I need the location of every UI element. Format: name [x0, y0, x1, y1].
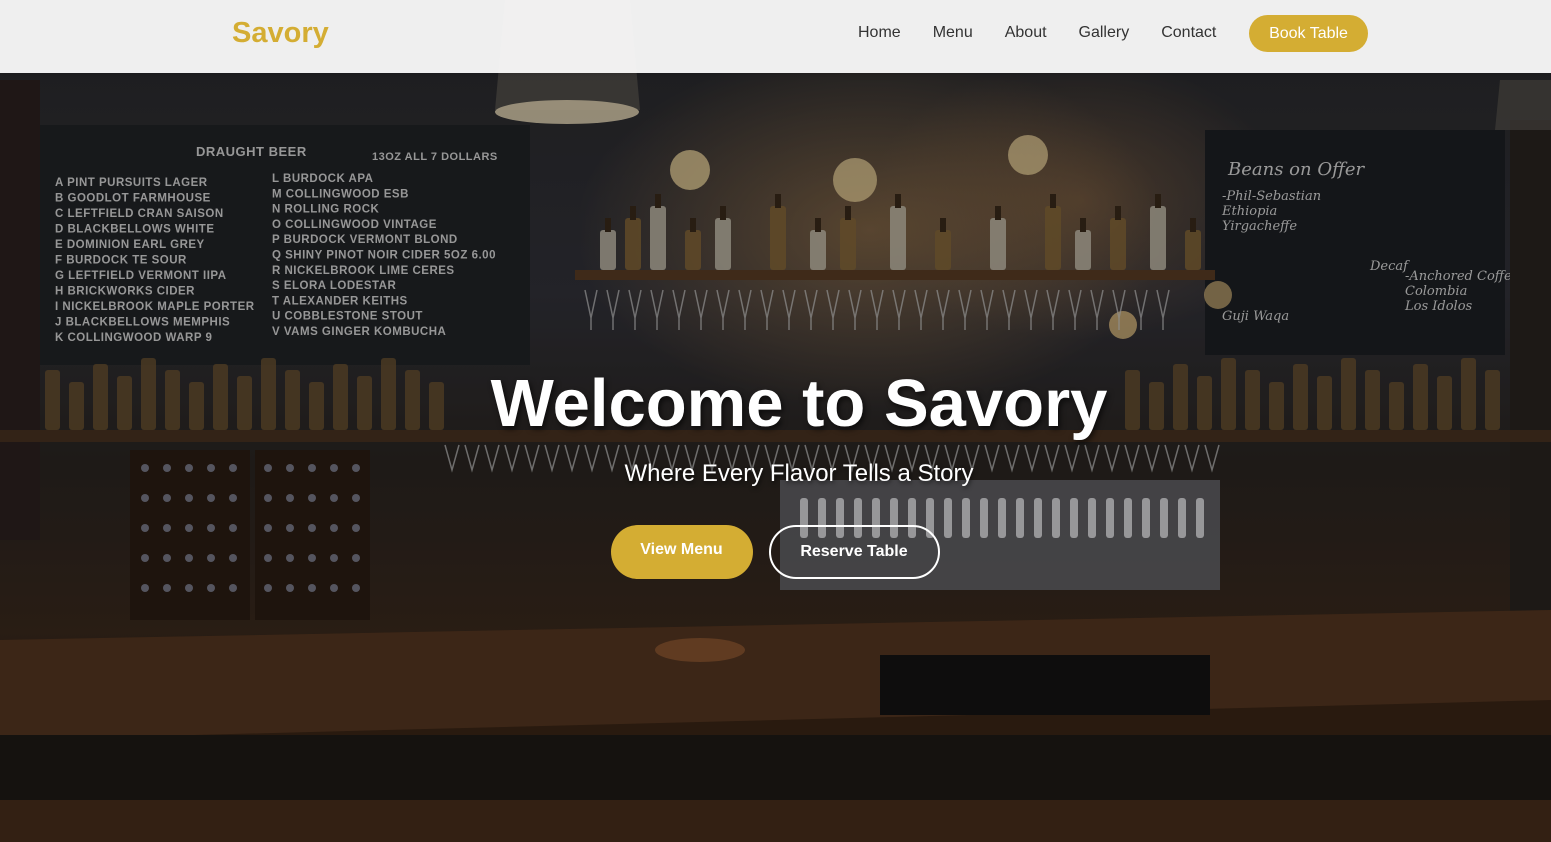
- nav-link-menu[interactable]: Menu: [933, 24, 973, 41]
- nav-link-about[interactable]: About: [1005, 24, 1047, 41]
- nav-item-menu: Menu: [933, 24, 973, 42]
- nav-item-gallery: Gallery: [1079, 24, 1130, 42]
- page: DRAUGHT BEER 13OZ ALL 7 DOLLARS A PINT PUR…: [0, 0, 1551, 842]
- brand-logo[interactable]: Savory: [232, 17, 329, 50]
- nav-link-contact[interactable]: Contact: [1161, 24, 1216, 41]
- hero-actions: View Menu Reserve Table: [0, 525, 1551, 579]
- nav-item-contact: Contact: [1161, 24, 1216, 42]
- hero-subtitle: Where Every Flavor Tells a Story: [624, 460, 974, 487]
- nav-link-gallery[interactable]: Gallery: [1079, 24, 1130, 41]
- book-table-button[interactable]: Book Table: [1249, 15, 1368, 52]
- nav-item-home: Home: [858, 24, 901, 42]
- nav-item-about: About: [1005, 24, 1047, 42]
- reserve-table-button[interactable]: Reserve Table: [768, 525, 940, 579]
- nav-link-home[interactable]: Home: [858, 24, 901, 41]
- view-menu-button[interactable]: View Menu: [610, 525, 753, 579]
- navbar: Savory Home Menu About Gallery Contact B…: [0, 0, 1551, 73]
- hero-section: Welcome to Savory Where Every Flavor Tel…: [0, 360, 1551, 579]
- hero-title: Welcome to Savory: [490, 366, 1108, 441]
- nav-links: Home Menu About Gallery Contact: [858, 24, 1216, 42]
